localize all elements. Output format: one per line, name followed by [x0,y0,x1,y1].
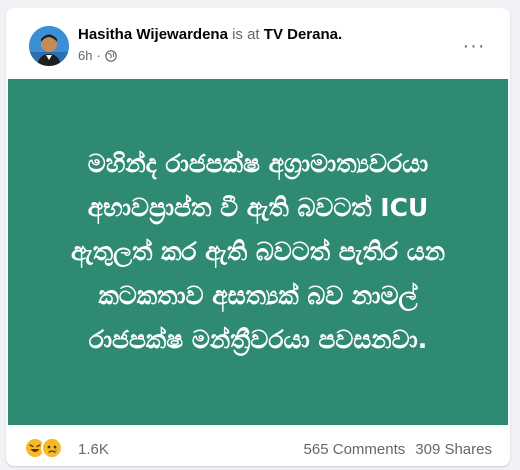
reaction-count[interactable]: 1.6K [78,441,109,458]
post-text-line: අභාවප්‍රාප්ත වී ඇති බවටත් ICU [87,193,429,222]
post-image-panel[interactable]: මහින්ද රාජපක්ෂ අග්‍රාමාත්‍යවරයා අභාවප්‍ර… [8,79,508,425]
author-avatar[interactable] [29,26,69,66]
more-options-button[interactable]: ··· [456,28,492,64]
post-timestamp[interactable]: 6h [78,48,92,63]
author-name[interactable]: Hasitha Wijewardena [78,26,228,43]
post-text-line: කටකතාව අසත්‍යක් බව නාමල් [98,281,418,310]
meta-separator: · [96,48,101,63]
post-text-line: රාජපක්ෂ මන්ත්‍රීවරයා පවසනවා. [88,325,428,354]
avatar-image [29,26,69,66]
post-text-line: ඇතුලත් කර ඇති බවටත් පැතිර යන [71,237,445,266]
post-stats: 565 Comments 309 Shares [304,441,492,458]
post-image-text: මහින්ද රාජපක්ෂ අග්‍රාමාත්‍යවරයා අභාවප්‍ර… [38,142,478,362]
post-card: Hasitha Wijewardena is at TV Derana. 6h … [6,8,510,466]
shares-count[interactable]: 309 Shares [415,441,492,458]
post-header: Hasitha Wijewardena is at TV Derana. 6h … [6,8,510,84]
comments-count[interactable]: 565 Comments [304,441,406,458]
post-footer: 1.6K 565 Comments 309 Shares [6,425,510,466]
reaction-icons[interactable] [24,437,63,459]
sad-reaction-icon [41,437,63,459]
location-prefix: is at [232,26,260,43]
author-line: Hasitha Wijewardena is at TV Derana. [78,26,342,43]
globe-icon[interactable] [105,49,117,62]
more-options-icon: ··· [462,34,486,57]
location-link[interactable]: TV Derana. [264,26,342,43]
post-text-line: මහින්ද රාජපක්ෂ අග්‍රාමාත්‍යවරයා [87,149,429,178]
post-meta: 6h · [78,48,117,63]
